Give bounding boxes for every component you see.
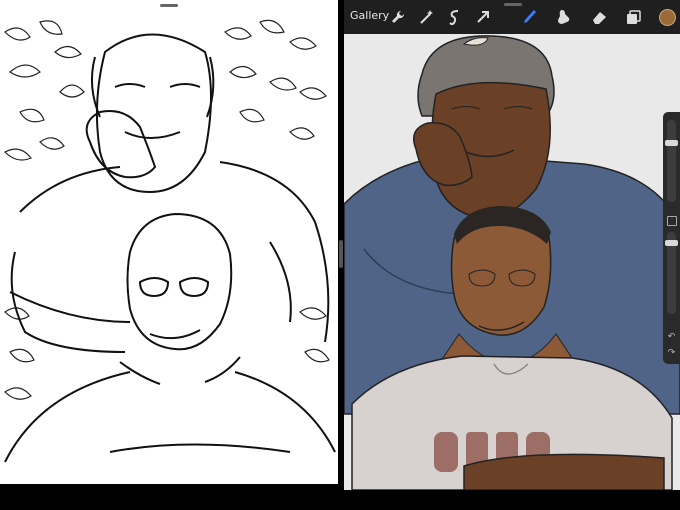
man-figure bbox=[4, 212, 336, 463]
brush-icon[interactable] bbox=[520, 8, 538, 26]
left-pane-footer bbox=[0, 484, 338, 510]
top-toolbar: Gallery bbox=[344, 0, 680, 34]
smudge-icon[interactable] bbox=[554, 8, 572, 26]
reference-pane bbox=[0, 0, 338, 510]
line-art-canvas[interactable] bbox=[0, 12, 336, 484]
redo-button[interactable]: ↷ bbox=[666, 348, 677, 359]
wrench-icon[interactable] bbox=[390, 8, 408, 26]
opacity-thumb[interactable] bbox=[665, 240, 678, 246]
painting-canvas[interactable] bbox=[344, 34, 680, 491]
right-pane-footer bbox=[344, 490, 680, 510]
selection-icon[interactable] bbox=[446, 8, 464, 26]
woman-figure bbox=[9, 33, 330, 353]
brush-sidebar: ↶ ↷ bbox=[663, 112, 680, 364]
brush-size-slider[interactable] bbox=[665, 120, 678, 202]
split-view-handle[interactable] bbox=[339, 240, 343, 268]
drawing-app-pane: Gallery ↶ ↷ bbox=[344, 0, 680, 510]
undo-button[interactable]: ↶ bbox=[666, 332, 677, 343]
transform-arrow-icon[interactable] bbox=[474, 8, 492, 26]
color-picker-button[interactable] bbox=[659, 9, 676, 26]
right-pane-grabber[interactable] bbox=[504, 3, 522, 6]
modify-button[interactable] bbox=[667, 216, 677, 226]
magic-wand-icon[interactable] bbox=[418, 8, 436, 26]
gallery-button[interactable]: Gallery bbox=[350, 9, 389, 22]
leaf-background bbox=[4, 19, 330, 400]
colored-illustration bbox=[344, 35, 680, 491]
layers-icon[interactable] bbox=[624, 8, 642, 26]
left-pane-grabber[interactable] bbox=[160, 4, 178, 7]
eraser-icon[interactable] bbox=[590, 8, 608, 26]
line-art-illustration bbox=[4, 19, 336, 463]
brush-size-thumb[interactable] bbox=[665, 140, 678, 146]
opacity-slider[interactable] bbox=[665, 232, 678, 314]
